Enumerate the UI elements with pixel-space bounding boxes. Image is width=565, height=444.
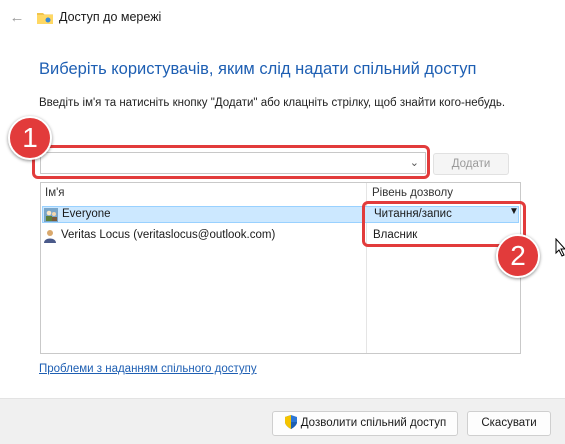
page-heading: Виберіть користувачів, яким слід надати … [39,60,477,78]
share-dialog: ← Доступ до мережі Виберіть користувачів… [0,0,565,444]
back-arrow-icon[interactable]: ← [8,9,26,27]
column-header-name[interactable]: Ім'я [45,187,65,199]
cancel-button[interactable]: Скасувати [467,411,551,436]
column-header-permission[interactable]: Рівень дозволу [372,187,453,199]
add-button[interactable]: Додати [433,153,509,175]
user-icon [44,230,56,243]
allow-sharing-label: Дозволити спільний доступ [300,417,447,429]
step-badge-2: 2 [496,234,540,278]
user-name: Everyone [62,208,111,220]
resize-cursor-icon [555,238,565,257]
allow-sharing-button[interactable]: Дозволити спільний доступ [272,411,458,436]
dialog-footer: Дозволити спільний доступ Скасувати [0,398,565,444]
title-bar: ← Доступ до мережі [0,0,565,36]
sharing-problems-link[interactable]: Проблеми з наданням спільного доступу [39,363,257,375]
window-title: Доступ до мережі [59,10,162,24]
uac-shield-icon [284,415,297,429]
step-badge-1: 1 [8,116,52,160]
callout-box-1 [32,145,430,179]
group-users-icon [44,208,58,222]
instructions-text: Введіть ім'я та натисніть кнопку "Додати… [39,97,506,109]
user-name: Veritas Locus (veritaslocus@outlook.com) [61,229,276,241]
shared-folder-icon [37,13,53,24]
